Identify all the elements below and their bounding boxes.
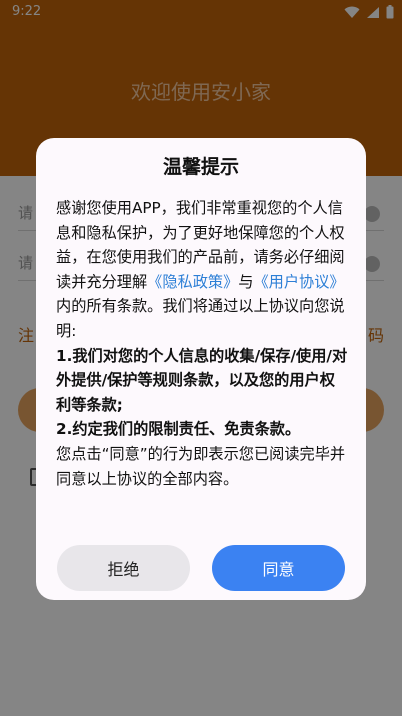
body-point-2: 2.约定我们的限制责任、免责条款。 xyxy=(56,420,301,439)
body-point-1: 1.我们对您的个人信息的收集/保存/使用/对外提供/保护等规则条款，以及您的用户… xyxy=(56,346,348,414)
body-outro: 您点击“同意”的行为即表示您已阅读完毕并同意以上协议的全部内容。 xyxy=(56,444,346,488)
reject-button[interactable]: 拒绝 xyxy=(57,545,190,591)
user-agreement-link[interactable]: 《用户协议》 xyxy=(253,273,344,291)
dialog-title: 温馨提示 xyxy=(162,156,239,178)
privacy-policy-link[interactable]: 《隐私政策》 xyxy=(147,273,238,291)
body-after-links: 内的所有条款。我们将通过以上协议向您说明: xyxy=(56,297,345,340)
agree-button[interactable]: 同意 xyxy=(212,545,345,591)
dialog-body: 感谢您使用APP，我们非常重视您的个人信息和隐私保护，为了更好地保障您的个人权益… xyxy=(56,196,348,491)
body-and: 与 xyxy=(238,272,254,291)
privacy-dialog: 温馨提示 感谢您使用APP，我们非常重视您的个人信息和隐私保护，为了更好地保障您… xyxy=(36,138,366,600)
